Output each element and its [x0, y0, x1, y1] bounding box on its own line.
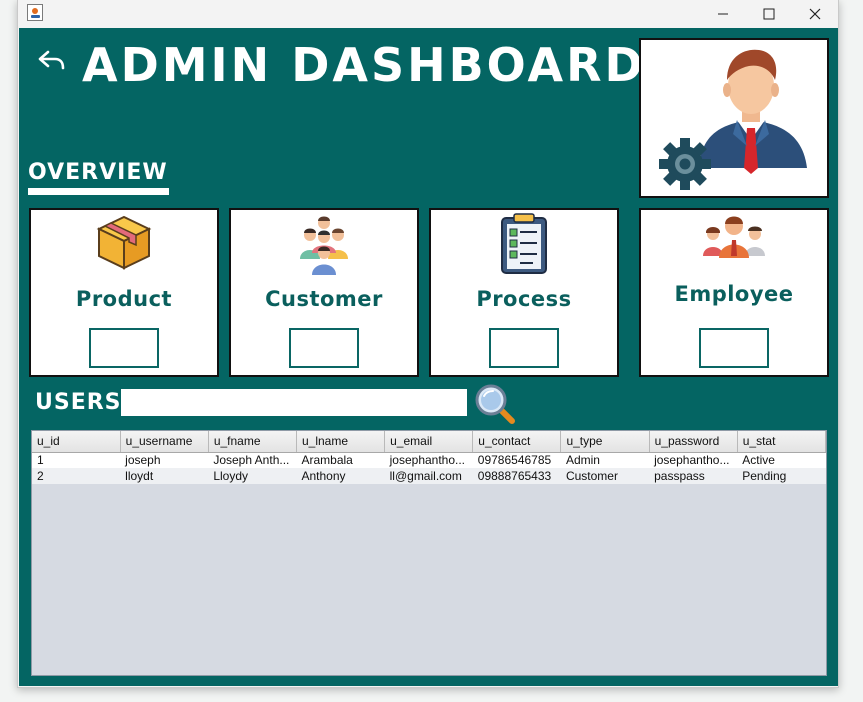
- table-cell: 09786546785: [472, 452, 561, 468]
- table-cell: Lloydy: [208, 468, 297, 484]
- page-title: ADMIN DASHBOARD: [82, 38, 646, 92]
- table-cell: lloydt: [120, 468, 209, 484]
- column-header[interactable]: u_id: [32, 431, 121, 453]
- maximize-button[interactable]: [746, 0, 792, 28]
- title-bar: [18, 0, 838, 28]
- table-header-row: u_id u_username u_fname u_lname u_email …: [32, 431, 826, 453]
- column-header[interactable]: u_type: [560, 431, 650, 453]
- table-cell: joseph: [120, 452, 209, 468]
- table-cell: Customer: [560, 468, 650, 484]
- table-cell: 2: [32, 468, 121, 484]
- table-cell: ll@gmail.com: [384, 468, 473, 484]
- table-cell: Admin: [560, 452, 650, 468]
- table-cell: Pending: [737, 468, 826, 484]
- table-cell: 09888765433: [472, 468, 561, 484]
- search-icon[interactable]: [473, 382, 517, 426]
- table-cell: Active: [737, 452, 826, 468]
- column-header[interactable]: u_lname: [296, 431, 386, 453]
- box-icon: [96, 215, 152, 270]
- admin-profile-image: [639, 38, 829, 198]
- user-search-input[interactable]: [121, 389, 467, 416]
- table-cell: josephantho...: [384, 452, 473, 468]
- column-header[interactable]: u_stat: [737, 431, 826, 453]
- card-employee[interactable]: Employee: [639, 208, 829, 377]
- column-header[interactable]: u_contact: [472, 431, 562, 453]
- employee-count-field: [699, 328, 769, 368]
- back-arrow-icon[interactable]: [37, 48, 67, 72]
- close-icon: [809, 8, 821, 20]
- minimize-icon: [718, 13, 728, 15]
- card-employee-label: Employee: [674, 282, 794, 306]
- team-icon: [703, 216, 765, 258]
- dashboard-panel: ADMIN DASHBOARD OVERVIEW Product Custome…: [19, 28, 838, 686]
- table-cell: passpass: [649, 468, 738, 484]
- process-count-field: [489, 328, 559, 368]
- table-cell: 1: [32, 452, 121, 468]
- app-window: ADMIN DASHBOARD OVERVIEW Product Custome…: [17, 0, 839, 688]
- group-icon: [300, 216, 348, 275]
- java-app-icon: [27, 4, 43, 21]
- card-customer-label: Customer: [265, 287, 383, 311]
- column-header[interactable]: u_username: [120, 431, 209, 453]
- column-header[interactable]: u_email: [384, 431, 474, 453]
- table-cell: Joseph Anth...: [208, 452, 297, 468]
- minimize-button[interactable]: [700, 0, 746, 28]
- card-product[interactable]: Product: [29, 208, 219, 377]
- table-row[interactable]: 2 lloydt Lloydy Anthony ll@gmail.com 098…: [32, 468, 826, 484]
- table-cell: Anthony: [296, 468, 385, 484]
- product-count-field: [89, 328, 159, 368]
- card-product-label: Product: [75, 287, 173, 311]
- admin-settings-icon: [659, 49, 807, 190]
- maximize-icon: [763, 8, 775, 20]
- users-heading: USERS: [35, 390, 122, 415]
- column-header[interactable]: u_password: [649, 431, 738, 453]
- table-row[interactable]: 1 joseph Joseph Anth... Arambala josepha…: [32, 452, 826, 468]
- card-process-label: Process: [476, 287, 572, 311]
- users-table[interactable]: u_id u_username u_fname u_lname u_email …: [31, 430, 827, 676]
- table-cell: josephantho...: [649, 452, 738, 468]
- overview-underline: [28, 188, 169, 195]
- column-header[interactable]: u_fname: [208, 431, 297, 453]
- clipboard-checklist-icon: [501, 213, 547, 274]
- overview-heading: OVERVIEW: [28, 160, 168, 185]
- card-customer[interactable]: Customer: [229, 208, 419, 377]
- card-process[interactable]: Process: [429, 208, 619, 377]
- table-cell: Arambala: [296, 452, 385, 468]
- customer-count-field: [289, 328, 359, 368]
- close-button[interactable]: [792, 0, 838, 28]
